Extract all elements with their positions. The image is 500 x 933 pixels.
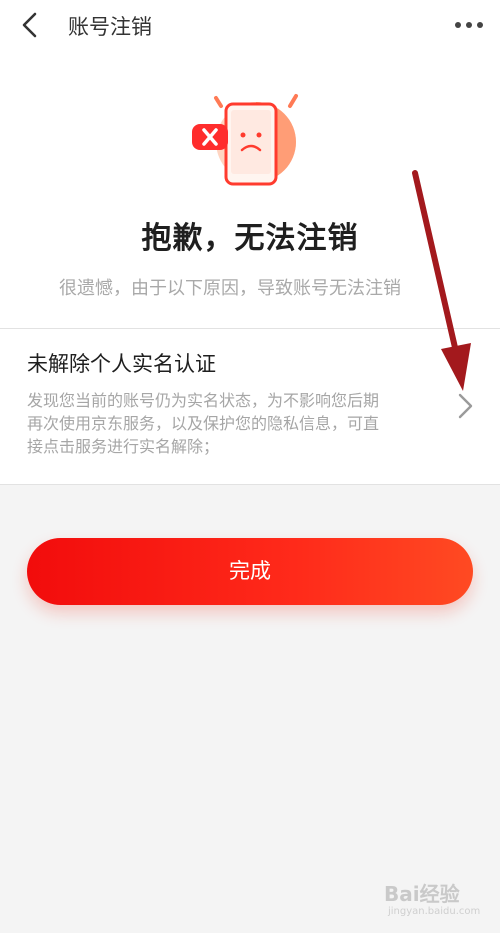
done-button[interactable]: 完成 [27, 538, 473, 605]
more-dots-icon [455, 22, 483, 28]
reason-title: 未解除个人实名认证 [27, 352, 216, 376]
account-cancel-page: 账号注销 抱歉，无法注销 很遗憾，由于以下原因，导致账号无法注销 未解除个人实名… [0, 0, 500, 933]
watermark-url: jingyan.baidu.com [388, 906, 481, 917]
more-button[interactable] [452, 10, 486, 40]
nav-bar: 账号注销 [0, 0, 500, 50]
reason-description: 发现您当前的账号仍为实名状态，为不影响您后期再次使用京东服务，以及保护您的隐私信… [27, 391, 380, 456]
watermark-logo: Bai经验 [384, 882, 460, 906]
annotation-arrow-icon [412, 170, 471, 391]
phone-error-illustration [188, 92, 314, 188]
chevron-left-icon [22, 12, 37, 38]
watermark: Bai经验 jingyan.baidu.com [384, 878, 494, 926]
back-button[interactable] [14, 8, 48, 42]
page-title: 账号注销 [68, 15, 152, 39]
divider [0, 484, 500, 485]
